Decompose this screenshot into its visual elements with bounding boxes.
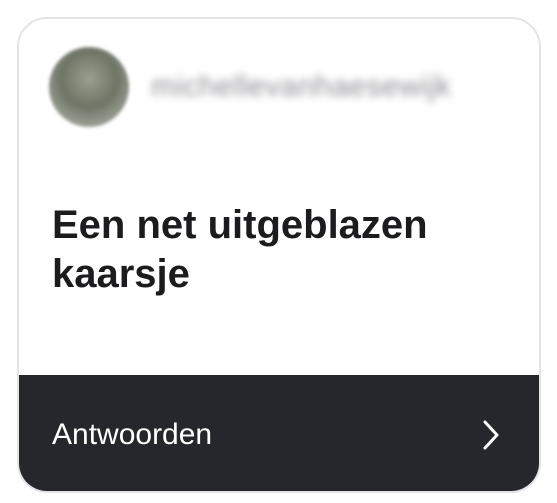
story-reply-card: michellevanhaesewijk Een net uitgeblazen… (17, 17, 541, 493)
reply-button[interactable]: Antwoorden (19, 375, 539, 491)
avatar[interactable] (49, 47, 129, 127)
message-text: Een net uitgeblazen kaarsje (52, 203, 428, 296)
reply-label: Antwoorden (52, 418, 213, 451)
card-header: michellevanhaesewijk (49, 47, 451, 127)
username[interactable]: michellevanhaesewijk (151, 70, 451, 104)
chevron-right-icon (483, 420, 499, 450)
